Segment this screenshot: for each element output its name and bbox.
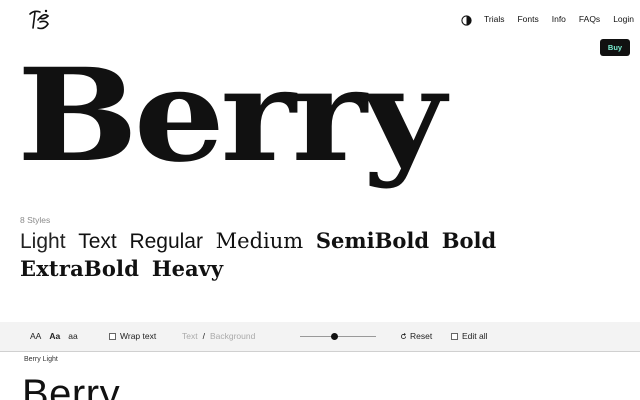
style-light[interactable]: Light [20, 230, 66, 253]
edit-all-label: Edit all [462, 331, 488, 341]
reset-label: Reset [410, 331, 433, 341]
type-tester-toolbar: AA Aa aa Wrap text Text / Background Reset… [0, 322, 640, 352]
color-controls: Text / Background [182, 331, 255, 341]
style-regular[interactable]: Regular [129, 230, 203, 253]
nav-faqs[interactable]: FAQs [579, 14, 600, 24]
type-foundry-logo[interactable] [24, 6, 54, 34]
size-slider[interactable] [300, 332, 376, 342]
color-separator: / [202, 331, 205, 341]
style-medium[interactable]: Medium [216, 229, 304, 253]
style-heavy[interactable]: Heavy [152, 256, 223, 281]
edit-all-checkbox[interactable] [451, 332, 458, 340]
case-options: AA Aa aa [30, 331, 78, 341]
text-color-button[interactable]: Text [182, 331, 198, 341]
wrap-text-checkbox[interactable] [109, 332, 116, 340]
wrap-text-label: Wrap text [120, 331, 157, 341]
preview-text[interactable]: Berry [22, 372, 120, 400]
case-upper[interactable]: AA [30, 331, 41, 341]
case-title[interactable]: Aa [49, 331, 60, 341]
style-extrabold[interactable]: ExtraBold [20, 256, 139, 281]
wrap-text-toggle[interactable]: Wrap text [109, 331, 156, 341]
reset-icon [400, 332, 407, 339]
background-color-button[interactable]: Background [210, 331, 255, 341]
buy-button[interactable]: Buy [600, 39, 630, 56]
style-text[interactable]: Text [78, 230, 117, 253]
case-lower[interactable]: aa [68, 331, 77, 341]
styles-count: 8 Styles [20, 215, 51, 225]
preview-style-label: Berry Light [24, 356, 58, 363]
reset-button[interactable]: Reset [400, 331, 432, 341]
theme-toggle-icon[interactable] [461, 13, 472, 26]
styles-list: Light Text Regular Medium SemiBold Bold … [20, 227, 620, 283]
logo-mark-icon [29, 9, 50, 30]
nav-fonts[interactable]: Fonts [517, 14, 538, 24]
edit-all-toggle[interactable]: Edit all [451, 331, 488, 341]
slider-track [300, 336, 376, 337]
style-bold[interactable]: Bold [442, 228, 496, 253]
top-nav: Trials Fonts Info FAQs Login [461, 13, 634, 26]
style-semibold[interactable]: SemiBold [316, 228, 429, 253]
slider-knob[interactable] [330, 333, 338, 340]
hero-title: Berry [17, 41, 446, 191]
nav-login[interactable]: Login [613, 14, 634, 24]
nav-trials[interactable]: Trials [484, 14, 504, 24]
nav-info[interactable]: Info [552, 14, 566, 24]
